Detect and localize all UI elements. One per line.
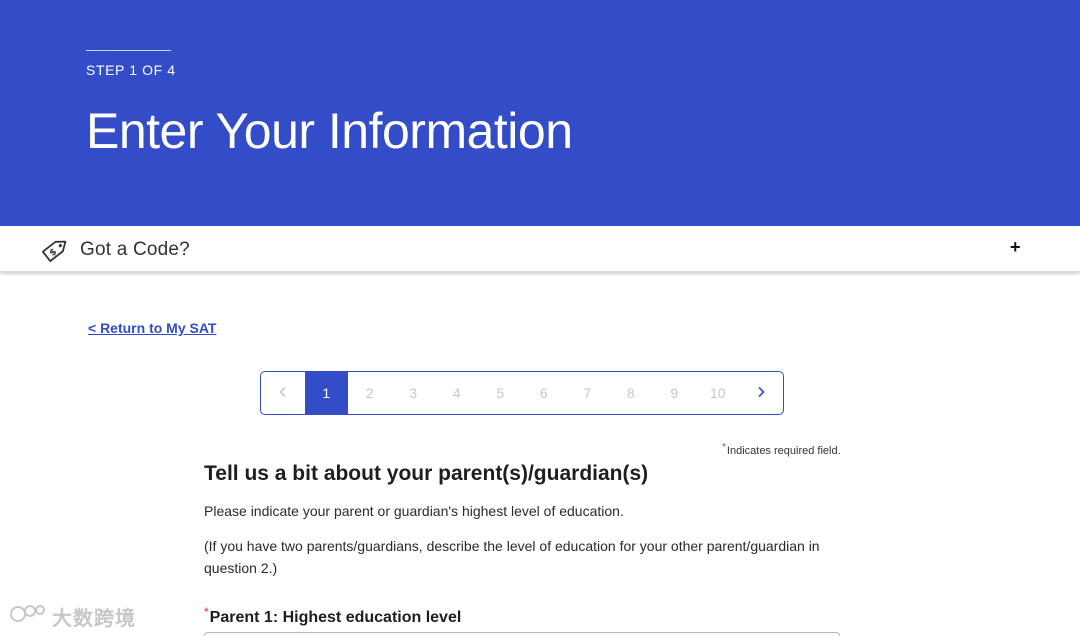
required-asterisk: * <box>722 442 726 453</box>
return-to-my-sat-link[interactable]: < Return to My SAT <box>88 320 216 336</box>
required-note-text: Indicates required field. <box>726 445 841 457</box>
page-button-1[interactable]: 1 <box>304 372 348 414</box>
page-button-3[interactable]: 3 <box>392 372 436 414</box>
pagination-next-button[interactable] <box>740 372 784 414</box>
watermark-logo-icon <box>8 602 48 631</box>
got-a-code-accordion[interactable]: $ Got a Code? + <box>0 226 1080 272</box>
page-header: STEP 1 OF 4 Enter Your Information <box>0 0 1080 226</box>
got-a-code-label: Got a Code? <box>80 239 190 260</box>
expand-plus-icon[interactable]: + <box>1010 237 1021 258</box>
parent1-education-label-text: Parent 1: Highest education level <box>209 609 462 626</box>
header-divider <box>86 50 171 51</box>
required-asterisk: * <box>204 605 209 619</box>
page-button-10[interactable]: 10 <box>696 372 740 414</box>
page-title: Enter Your Information <box>86 103 573 159</box>
watermark-text: 大数跨境 <box>52 607 136 630</box>
price-tag-icon: $ <box>38 232 74 266</box>
svg-text:$: $ <box>48 247 59 259</box>
section-instructions: Please indicate your parent or guardian'… <box>204 503 624 519</box>
page-button-9[interactable]: 9 <box>653 372 697 414</box>
section-title: Tell us a bit about your parent(s)/guard… <box>204 462 649 485</box>
page-button-7[interactable]: 7 <box>566 372 610 414</box>
parent1-education-select[interactable] <box>204 632 840 636</box>
pagination-prev-button[interactable] <box>261 372 305 414</box>
chevron-left-icon <box>277 385 289 401</box>
page-button-4[interactable]: 4 <box>435 372 479 414</box>
chevron-right-icon <box>755 385 767 401</box>
page-button-6[interactable]: 6 <box>522 372 566 414</box>
pagination: 1 2 3 4 5 6 7 8 9 10 <box>260 371 784 415</box>
section-note: (If you have two parents/guardians, desc… <box>204 538 820 576</box>
page-button-8[interactable]: 8 <box>609 372 653 414</box>
parent1-education-label: *Parent 1: Highest education level <box>204 605 461 627</box>
step-indicator: STEP 1 OF 4 <box>86 62 176 78</box>
page-button-2[interactable]: 2 <box>348 372 392 414</box>
required-field-note: *Indicates required field. <box>722 442 841 457</box>
page-button-5[interactable]: 5 <box>479 372 523 414</box>
watermark: 大数跨境 <box>8 602 136 630</box>
